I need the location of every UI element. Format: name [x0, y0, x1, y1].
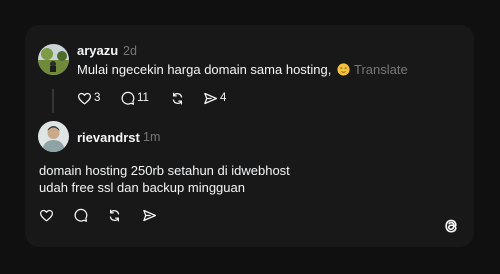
reply-share-button[interactable]	[142, 206, 157, 224]
comment-icon	[121, 91, 135, 105]
post-text: Mulai ngecekin harga domain sama hosting…	[77, 61, 408, 79]
threads-embed-card: aryazu 2d Mulai ngecekin harga domain sa…	[25, 25, 474, 247]
send-icon	[143, 209, 157, 221]
avatar-aryazu[interactable]	[38, 44, 69, 75]
reply-timestamp[interactable]: 1m	[143, 130, 160, 144]
heart-icon	[40, 209, 53, 221]
post-text-content: Mulai ngecekin harga domain sama hosting…	[77, 62, 332, 77]
reply-text-line-2: udah free ssl dan backup mingguan	[39, 180, 245, 195]
translate-link[interactable]: Translate	[354, 62, 408, 77]
post-timestamp[interactable]: 2d	[123, 44, 137, 58]
repost-button[interactable]	[170, 89, 185, 107]
thread-connector-line	[52, 89, 54, 113]
reply-like-button[interactable]	[39, 206, 54, 224]
reply-count: 11	[137, 92, 149, 104]
comment-icon	[74, 208, 88, 222]
reply-button[interactable]: 11	[120, 89, 149, 107]
heart-icon	[78, 92, 91, 104]
reply-comment-button[interactable]	[73, 206, 88, 224]
share-count: 4	[220, 92, 227, 104]
share-button[interactable]: 4	[203, 89, 226, 107]
send-icon	[204, 92, 218, 104]
reply-username[interactable]: rievandrst	[77, 130, 140, 145]
relieved-face-emoji	[337, 63, 350, 76]
like-button[interactable]: 3	[77, 89, 100, 107]
reply-text-line-1: domain hosting 250rb setahun di idwebhos…	[39, 163, 290, 178]
reply-repost-button[interactable]	[107, 206, 122, 224]
threads-logo-icon[interactable]	[441, 216, 461, 236]
repost-icon	[109, 209, 120, 221]
like-count: 3	[94, 92, 101, 104]
post-username[interactable]: aryazu	[77, 43, 118, 58]
avatar-rievandrst[interactable]	[38, 121, 69, 152]
repost-icon	[172, 92, 183, 104]
